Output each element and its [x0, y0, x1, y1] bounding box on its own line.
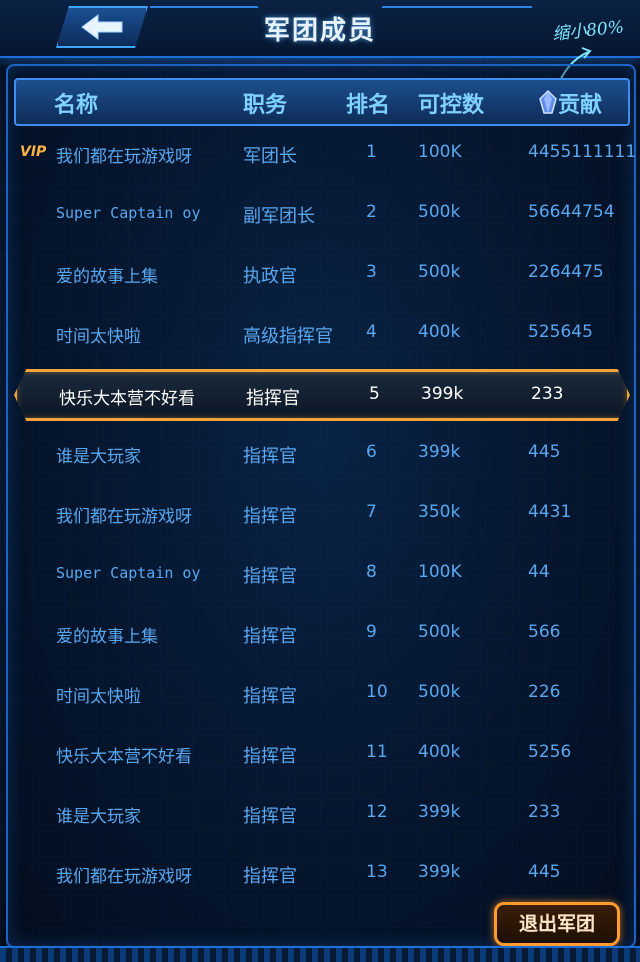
member-role: 指挥官: [246, 388, 300, 409]
member-name: 我们都在玩游戏呀: [56, 507, 192, 527]
member-contribution: 566: [528, 622, 561, 642]
member-power: 400k: [418, 322, 461, 342]
table-row[interactable]: 谁是大玩家 指挥官 6 399k 445: [14, 424, 626, 480]
member-name: 我们都在玩游戏呀: [56, 147, 192, 167]
table-row-selected[interactable]: 快乐大本营不好看 指挥官 5 399k 233: [14, 369, 630, 421]
member-name: 我们都在玩游戏呀: [56, 867, 192, 887]
table-row[interactable]: 我们都在玩游戏呀 指挥官 7 350k 4431: [14, 484, 626, 540]
member-rank: 11: [366, 742, 388, 762]
member-name: 快乐大本营不好看: [56, 747, 192, 767]
member-name: 爱的故事上集: [56, 267, 158, 287]
member-role: 指挥官: [243, 626, 297, 647]
member-rank: 4: [366, 322, 377, 342]
member-power: 500k: [418, 622, 461, 642]
member-contribution: 2264475: [528, 262, 604, 282]
table-row[interactable]: 我们都在玩游戏呀 指挥官 13 399k 445: [14, 844, 626, 900]
table-row[interactable]: Super Captain oy 指挥官 8 100K 44: [14, 544, 626, 600]
crystal-gem-icon: [539, 89, 557, 118]
member-power: 400k: [418, 742, 461, 762]
member-rank: 6: [366, 442, 377, 462]
member-role: 指挥官: [243, 566, 297, 587]
member-contribution: 445: [528, 862, 561, 882]
member-power: 500k: [418, 682, 461, 702]
table-row[interactable]: 爱的故事上集 执政官 3 500k 2264475: [14, 244, 626, 300]
member-name: 谁是大玩家: [56, 447, 141, 467]
member-role: 指挥官: [243, 446, 297, 467]
table-row[interactable]: Super Captain oy 副军团长 2 500k 56644754: [14, 184, 626, 240]
member-name: 时间太快啦: [56, 687, 141, 707]
vip-badge: VIP: [20, 144, 47, 160]
member-role: 副军团长: [243, 206, 315, 227]
member-power: 500k: [418, 262, 461, 282]
member-power: 399k: [418, 802, 461, 822]
member-contribution: 4431: [528, 502, 572, 522]
table-row[interactable]: 时间太快啦 高级指挥官 4 400k 525645: [14, 304, 626, 360]
member-role: 指挥官: [243, 806, 297, 827]
member-rank: 12: [366, 802, 388, 822]
table-row[interactable]: 快乐大本营不好看 指挥官 11 400k 5256: [14, 724, 626, 780]
member-contribution: 233: [528, 802, 561, 822]
member-name: 快乐大本营不好看: [59, 389, 195, 409]
member-role: 指挥官: [243, 506, 297, 527]
member-contribution: 5256: [528, 742, 572, 762]
header-bar: 军团成员: [0, 0, 640, 58]
member-rank: 13: [366, 862, 388, 882]
member-power: 399k: [418, 862, 461, 882]
member-role: 指挥官: [243, 866, 297, 887]
member-name: 时间太快啦: [56, 327, 141, 347]
member-contribution: 233: [531, 384, 564, 404]
column-header-role[interactable]: 职务: [243, 87, 287, 119]
member-name: 爱的故事上集: [56, 627, 158, 647]
table-row[interactable]: 谁是大玩家 指挥官 12 399k 233: [14, 784, 626, 840]
table-row[interactable]: 爱的故事上集 指挥官 9 500k 566: [14, 604, 626, 660]
member-power: 399k: [421, 384, 464, 404]
member-power: 350k: [418, 502, 461, 522]
member-contribution: 4455111111: [528, 142, 637, 162]
member-rank: 10: [366, 682, 388, 702]
member-role: 指挥官: [243, 686, 297, 707]
table-header: 名称 职务 排名 可控数 贡献: [14, 78, 630, 126]
table-row[interactable]: VIP 我们都在玩游戏呀 军团长 1 100K 4455111111: [14, 124, 636, 180]
member-role: 军团长: [243, 146, 297, 167]
member-contribution: 226: [528, 682, 561, 702]
member-rank: 7: [366, 502, 377, 522]
column-header-contribution[interactable]: 贡献: [558, 87, 602, 119]
column-header-rank[interactable]: 排名: [346, 87, 390, 119]
member-rank: 3: [366, 262, 377, 282]
exit-legion-button[interactable]: 退出军团: [494, 902, 620, 946]
member-contribution: 445: [528, 442, 561, 462]
member-rank: 9: [366, 622, 377, 642]
member-power: 100K: [418, 562, 462, 582]
member-rank: 2: [366, 202, 377, 222]
member-name: 谁是大玩家: [56, 807, 141, 827]
member-power: 500k: [418, 202, 461, 222]
member-rank: 8: [366, 562, 377, 582]
member-rank: 5: [369, 384, 380, 404]
member-role: 高级指挥官: [243, 326, 333, 347]
member-power: 399k: [418, 442, 461, 462]
column-header-name[interactable]: 名称: [54, 87, 98, 119]
page-title: 军团成员: [263, 16, 376, 46]
member-role: 执政官: [243, 266, 297, 287]
member-contribution: 525645: [528, 322, 593, 342]
member-power: 100K: [418, 142, 462, 162]
member-role: 指挥官: [243, 746, 297, 767]
member-rank: 1: [366, 142, 377, 162]
member-name: Super Captain oy: [56, 564, 201, 582]
table-row[interactable]: 时间太快啦 指挥官 10 500k 226: [14, 664, 626, 720]
member-contribution: 44: [528, 562, 550, 582]
member-contribution: 56644754: [528, 202, 615, 222]
column-header-power[interactable]: 可控数: [418, 87, 484, 119]
member-name: Super Captain oy: [56, 204, 201, 222]
